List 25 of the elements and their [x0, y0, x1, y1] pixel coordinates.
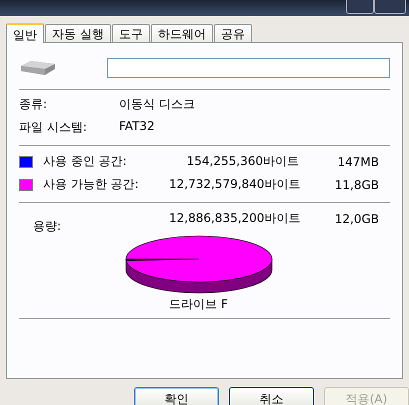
capacity-size: 12,0GB	[334, 212, 379, 226]
name-field[interactable]	[106, 58, 390, 78]
space-bytes: 154,255,360바이트	[186, 153, 299, 170]
dialog-button[interactable]: 취소	[229, 387, 314, 405]
space-size: 147MB	[336, 154, 379, 168]
space-label: 사용 가능한 공간:	[43, 176, 139, 193]
capacity-bytes: 12,886,835,200바이트	[169, 210, 299, 227]
info-value: 이동식 디스크	[119, 96, 196, 113]
tab[interactable]: 일반	[6, 23, 44, 43]
info-label: 종류:	[19, 96, 48, 113]
tab[interactable]: 공유	[214, 24, 252, 42]
space-size: 11,8GB	[334, 178, 379, 192]
tab[interactable]: 자동 실행	[45, 24, 111, 42]
maximize-button[interactable]	[374, 0, 406, 14]
drive-label: 드라이브 F	[169, 296, 228, 313]
tab[interactable]: 도구	[112, 24, 150, 42]
dialog-button[interactable]: 확인	[134, 387, 219, 405]
tab[interactable]: 하드웨어	[150, 24, 213, 42]
space-label: 사용 중인 공간:	[43, 153, 127, 170]
space-bytes: 12,732,579,840바이트	[169, 176, 299, 193]
info-value: FAT32	[119, 119, 156, 135]
info-label: 파일 시스템:	[19, 119, 88, 136]
capacity-label: 용량:	[32, 218, 62, 235]
minimize-button[interactable]	[346, 0, 374, 14]
drive-icon	[19, 60, 57, 76]
